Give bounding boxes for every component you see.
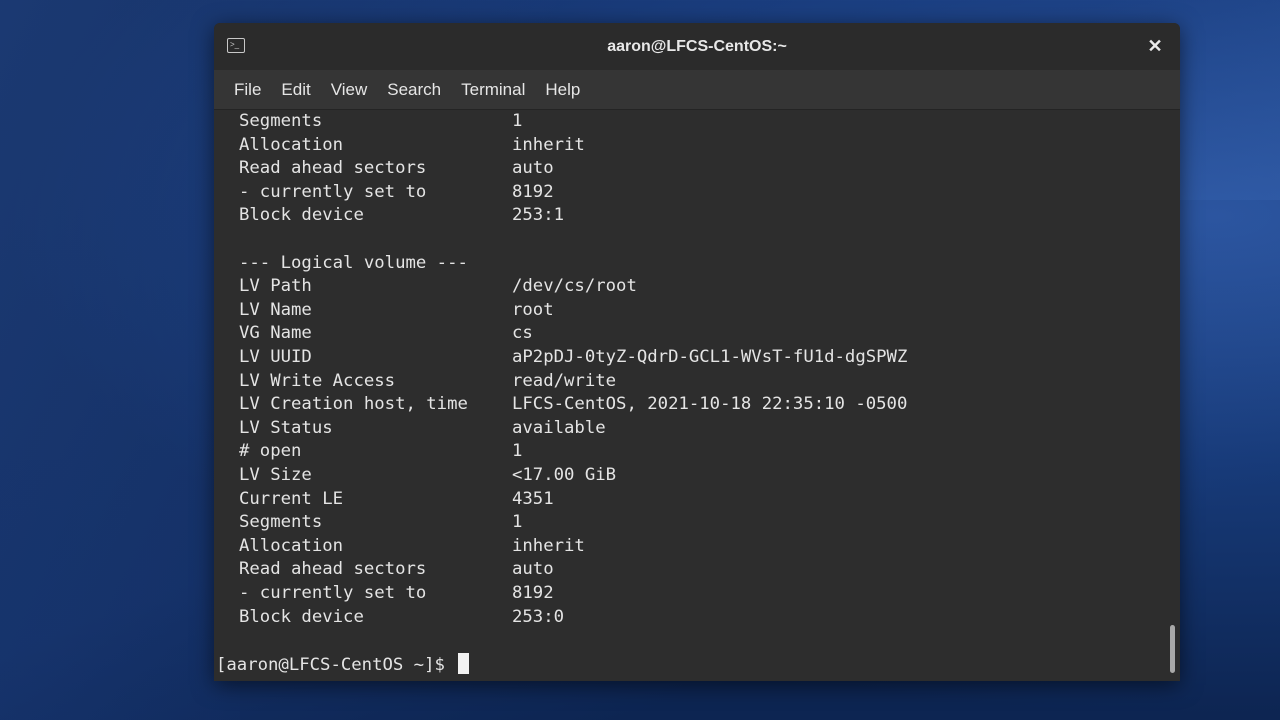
terminal-field-value: auto <box>512 559 554 580</box>
terminal-field-value: LFCS-CentOS, 2021-10-18 22:35:10 -0500 <box>512 394 908 415</box>
menu-help[interactable]: Help <box>535 80 590 100</box>
menu-view[interactable]: View <box>321 80 378 100</box>
menu-search[interactable]: Search <box>377 80 451 100</box>
scrollbar-thumb[interactable] <box>1170 625 1175 673</box>
terminal-line: Read ahead sectors auto <box>239 558 554 582</box>
terminal-line: Segments 1 <box>239 511 522 535</box>
menu-bar: File Edit View Search Terminal Help <box>214 70 1180 110</box>
terminal-field-value: inherit <box>512 535 585 556</box>
terminal-field-value: aP2pDJ-0tyZ-QdrD-GCL1-WVsT-fU1d-dgSPWZ <box>512 347 908 367</box>
terminal-line: LV Name root <box>239 299 554 323</box>
terminal-field-value: 4351 <box>512 488 554 509</box>
terminal-field-value: 8192 <box>512 181 554 202</box>
terminal-field-value: cs <box>512 323 533 344</box>
terminal-field-value: inherit <box>512 134 585 155</box>
terminal-line: # open 1 <box>239 440 522 464</box>
terminal-text-area[interactable]: Segments 1 Allocation inherit Read ahead sec… <box>216 110 1160 681</box>
terminal-field-value: 1 <box>512 441 523 462</box>
terminal-field-value: root <box>512 299 554 320</box>
terminal-field-label: LV Write Access <box>239 370 396 391</box>
terminal-field-label: Segments <box>239 111 323 131</box>
terminal-field-value: available <box>512 417 606 438</box>
terminal-line: Allocation inherit <box>239 535 585 559</box>
terminal-line: Segments 1 <box>239 110 522 134</box>
terminal-field-label: LV Path <box>239 276 312 297</box>
terminal-line: LV Size <17.00 GiB <box>239 464 616 488</box>
terminal-field-value: 8192 <box>512 583 554 603</box>
terminal-line: LV Creation host, time LFCS-CentOS, 2021-… <box>239 393 907 417</box>
terminal-field-value: /dev/cs/root <box>512 276 637 297</box>
terminal-field-label: VG Name <box>239 323 312 344</box>
shell-prompt[interactable]: [aaron@LFCS-CentOS ~]$ <box>216 652 470 677</box>
terminal-output[interactable]: Segments 1 Allocation inherit Read ahead sec… <box>214 110 1180 681</box>
terminal-field-value: 1 <box>512 111 523 131</box>
terminal-field-label: Read ahead sectors <box>239 559 427 580</box>
close-button[interactable]: ✕ <box>1145 35 1165 57</box>
menu-terminal[interactable]: Terminal <box>451 80 535 100</box>
terminal-field-label: LV Size <box>239 465 312 485</box>
menu-edit[interactable]: Edit <box>271 80 320 100</box>
terminal-line: LV UUID aP2pDJ-0tyZ-QdrD-GCL1-WVsT-fU1d-d… <box>239 346 907 370</box>
terminal-field-label: Segments <box>239 512 323 533</box>
terminal-icon: >_ <box>227 38 245 53</box>
terminal-line: Allocation inherit <box>239 134 585 158</box>
terminal-line: - currently set to 8192 <box>239 582 554 606</box>
terminal-field-value: auto <box>512 158 554 179</box>
terminal-field-label: Read ahead sectors <box>239 158 427 179</box>
terminal-field-value: 1 <box>512 512 523 533</box>
terminal-line: VG Name cs <box>239 322 533 346</box>
terminal-field-label: # open <box>239 441 302 462</box>
terminal-field-value: 253:1 <box>512 205 565 226</box>
terminal-line: Block device 253:1 <box>239 204 564 228</box>
terminal-window[interactable]: >_ aaron@LFCS-CentOS:~ ✕ File Edit View … <box>214 23 1180 681</box>
terminal-line: LV Status available <box>239 417 606 441</box>
terminal-field-value: <17.00 GiB <box>512 465 617 485</box>
terminal-field-label: Allocation <box>239 535 344 556</box>
terminal-line: LV Write Access read/write <box>239 370 616 394</box>
terminal-line: - currently set to 8192 <box>239 181 554 205</box>
terminal-line: Read ahead sectors auto <box>239 157 554 181</box>
terminal-field-label: - currently set to <box>239 181 427 202</box>
terminal-line: --- Logical volume --- <box>239 252 468 276</box>
text-cursor <box>458 652 470 674</box>
terminal-field-value: read/write <box>512 370 617 391</box>
prompt-text: [aaron@LFCS-CentOS ~]$ <box>216 654 456 675</box>
terminal-field-label: Allocation <box>239 134 344 155</box>
background-shape <box>0 460 240 720</box>
terminal-line: LV Path/dev/cs/root <box>239 275 637 299</box>
menu-file[interactable]: File <box>224 80 271 100</box>
terminal-field-value: 253:0 <box>512 606 565 627</box>
terminal-field-label: LV UUID <box>239 347 312 367</box>
terminal-field-label: LV Status <box>239 417 333 438</box>
scrollbar[interactable] <box>1164 110 1180 681</box>
terminal-field-label: LV Name <box>239 299 312 320</box>
terminal-field-label: --- Logical volume --- <box>239 252 468 273</box>
terminal-field-label: Block device <box>239 205 364 226</box>
window-title: aaron@LFCS-CentOS:~ <box>607 37 787 55</box>
terminal-field-label: Current LE <box>239 488 344 509</box>
terminal-line: Current LE 4351 <box>239 488 554 512</box>
terminal-line: Block device 253:0 <box>239 606 564 630</box>
title-bar[interactable]: >_ aaron@LFCS-CentOS:~ ✕ <box>214 23 1180 70</box>
terminal-field-label: LV Creation host, time <box>239 394 468 415</box>
terminal-field-label: Block device <box>239 606 364 627</box>
terminal-field-label: - currently set to <box>239 583 427 603</box>
